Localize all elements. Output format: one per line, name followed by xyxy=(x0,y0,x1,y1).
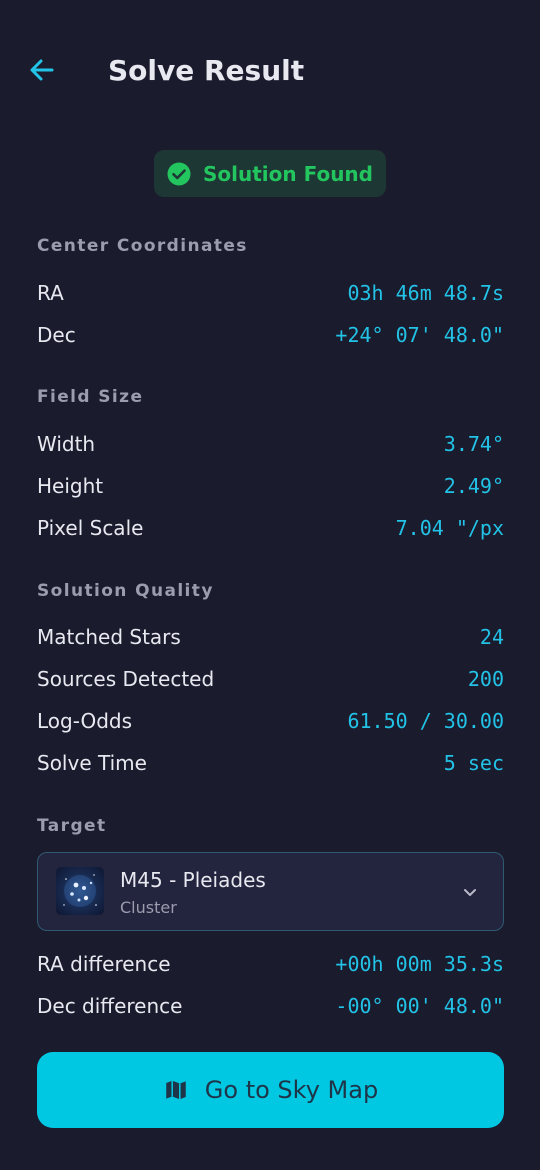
app-header: Solve Result xyxy=(0,0,540,144)
sources-detected-row: Sources Detected 200 xyxy=(37,664,504,694)
dec-difference-row: Dec difference -00° 00' 48.0" xyxy=(37,991,504,1021)
height-value: 2.49° xyxy=(443,474,504,498)
back-button[interactable] xyxy=(24,52,60,88)
status-label: Solution Found xyxy=(203,161,373,186)
sources-detected-label: Sources Detected xyxy=(37,667,215,691)
pixel-scale-row: Pixel Scale 7.04 "/px xyxy=(37,513,504,543)
solve-time-label: Solve Time xyxy=(37,751,147,775)
section-title-center-coordinates: Center Coordinates xyxy=(37,236,248,256)
solution-status-badge: Solution Found xyxy=(154,150,386,197)
go-to-sky-map-label: Go to Sky Map xyxy=(204,1076,379,1104)
target-select[interactable]: M45 - Pleiades Cluster xyxy=(37,852,504,931)
width-label: Width xyxy=(37,432,96,456)
height-row: Height 2.49° xyxy=(37,471,504,501)
height-label: Height xyxy=(37,474,104,498)
go-to-sky-map-button[interactable]: Go to Sky Map xyxy=(37,1052,504,1128)
pixel-scale-value: 7.04 "/px xyxy=(395,516,504,540)
ra-difference-row: RA difference +00h 00m 35.3s xyxy=(37,949,504,979)
check-circle-icon xyxy=(167,162,191,185)
pixel-scale-label: Pixel Scale xyxy=(37,516,144,540)
log-odds-label: Log-Odds xyxy=(37,709,133,733)
ra-label: RA xyxy=(37,281,64,305)
ra-difference-label: RA difference xyxy=(37,952,171,976)
section-title-field-size: Field Size xyxy=(37,387,144,407)
section-title-target: Target xyxy=(37,816,107,836)
dec-difference-value: -00° 00' 48.0" xyxy=(335,994,504,1018)
solve-time-row: Solve Time 5 sec xyxy=(37,748,504,778)
dec-label: Dec xyxy=(37,323,76,347)
pleiades-image-icon xyxy=(63,874,97,907)
matched-stars-label: Matched Stars xyxy=(37,625,181,649)
dec-difference-label: Dec difference xyxy=(37,994,183,1018)
sources-detected-value: 200 xyxy=(467,667,504,691)
back-arrow-icon xyxy=(30,59,54,81)
ra-value: 03h 46m 48.7s xyxy=(347,281,504,305)
chevron-down-icon xyxy=(464,889,476,896)
target-type: Cluster xyxy=(120,898,177,917)
log-odds-row: Log-Odds 61.50 / 30.00 xyxy=(37,706,504,736)
log-odds-value: 61.50 / 30.00 xyxy=(347,709,504,733)
dec-value: +24° 07' 48.0" xyxy=(335,323,504,347)
width-row: Width 3.74° xyxy=(37,429,504,459)
matched-stars-value: 24 xyxy=(479,625,504,649)
target-name: M45 - Pleiades xyxy=(120,868,266,892)
target-thumbnail xyxy=(56,867,104,915)
width-value: 3.74° xyxy=(443,432,504,456)
section-title-solution-quality: Solution Quality xyxy=(37,581,214,601)
ra-difference-value: +00h 00m 35.3s xyxy=(335,952,504,976)
dec-row: Dec +24° 07' 48.0" xyxy=(37,320,504,350)
ra-row: RA 03h 46m 48.7s xyxy=(37,278,504,308)
page-title: Solve Result xyxy=(108,54,305,87)
matched-stars-row: Matched Stars 24 xyxy=(37,622,504,652)
solve-time-value: 5 sec xyxy=(443,751,504,775)
map-icon xyxy=(166,1080,186,1100)
